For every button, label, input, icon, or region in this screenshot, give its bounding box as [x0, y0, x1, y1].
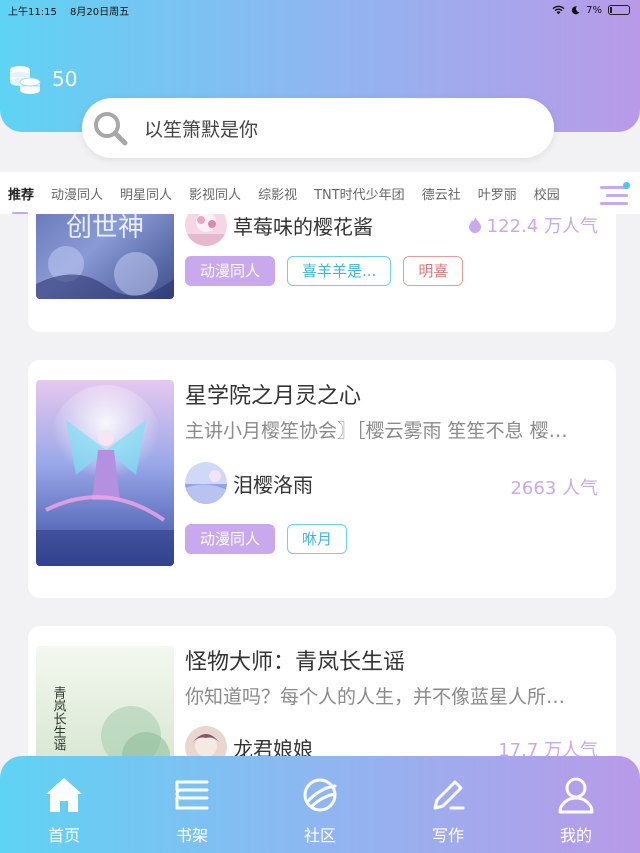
nav-community[interactable]: 社区 — [256, 756, 384, 853]
nav-profile-label: 我的 — [559, 826, 592, 845]
tag[interactable]: 动漫同人 — [185, 256, 276, 286]
book-card[interactable]: 创世神 草莓味的樱花酱 122.4 万人气 动漫同人 喜羊羊是... 明喜 — [28, 214, 616, 332]
avatar — [185, 462, 227, 504]
book-cover — [36, 380, 174, 566]
battery-percent: 7% — [586, 4, 602, 16]
tag[interactable]: 明喜 — [403, 256, 464, 286]
status-date: 8月20日周五 — [70, 6, 130, 18]
nav-community-label: 社区 — [303, 826, 336, 845]
popularity-count: 2663 人气 — [510, 478, 598, 499]
book-description: 你知道吗？每个人的人生，并不像蓝星人所… — [185, 686, 566, 708]
book-cover: 创世神 — [36, 214, 174, 299]
nav-write-label: 写作 — [431, 826, 464, 845]
pen-icon — [433, 780, 465, 810]
coins-icon — [10, 66, 41, 94]
cover-title: 创世神 — [66, 214, 144, 243]
book-cover: 青岚长生谣 — [36, 646, 174, 756]
notification-dot — [623, 182, 630, 189]
tab-tnt[interactable]: TNT时代少年团 — [314, 184, 405, 203]
avatar — [185, 726, 227, 756]
wifi-icon — [552, 5, 565, 15]
nav-bookshelf[interactable]: 书架 — [128, 756, 256, 853]
category-tabs: 推荐 动漫同人 明星同人 影视同人 综影视 TNT时代少年团 德云社 叶罗丽 校… — [0, 172, 640, 214]
book-title: 星学院之月灵之心 — [185, 384, 362, 409]
tab-celebrity-fanfic[interactable]: 明星同人 — [120, 184, 172, 203]
author-name: 龙君娘娘 — [233, 736, 313, 757]
book-description: 主讲小月樱笙协会〗［樱云雾雨 笙笙不息 樱… — [185, 420, 568, 442]
nav-profile[interactable]: 我的 — [512, 756, 640, 853]
tab-yeluoli[interactable]: 叶罗丽 — [478, 184, 517, 203]
author-name: 泪樱洛雨 — [233, 472, 313, 497]
book-title: 怪物大师：青岚长生谣 — [185, 650, 406, 675]
tab-deyunshe[interactable]: 德云社 — [422, 184, 461, 203]
home-icon — [46, 778, 82, 812]
search-placeholder: 以笙箫默是你 — [144, 118, 259, 141]
battery-icon — [608, 5, 630, 15]
tag-row: 动漫同人 咻月 — [185, 524, 348, 554]
popularity: 2663 人气 — [510, 474, 598, 500]
tab-multi-film[interactable]: 综影视 — [258, 184, 297, 203]
search-icon — [94, 112, 128, 146]
author-row[interactable]: 泪樱洛雨 — [185, 462, 313, 504]
book-card[interactable]: 星学院之月灵之心 主讲小月樱笙协会〗［樱云雾雨 笙笙不息 樱… 泪樱洛雨 266… — [28, 360, 616, 598]
tab-anime-fanfic[interactable]: 动漫同人 — [51, 184, 103, 203]
user-icon — [558, 777, 594, 814]
tag[interactable]: 咻月 — [287, 524, 348, 554]
tab-film-fanfic[interactable]: 影视同人 — [189, 184, 241, 203]
popularity: 17.7 万人气 — [498, 736, 598, 756]
tag[interactable]: 喜羊羊是... — [287, 256, 392, 286]
search-bar[interactable]: 以笙箫默是你 — [82, 98, 554, 158]
author-row[interactable]: 草莓味的樱花酱 — [185, 214, 373, 246]
bookshelf-icon — [175, 780, 209, 810]
coin-balance[interactable]: 50 — [8, 62, 77, 96]
book-card[interactable]: 青岚长生谣 怪物大师：青岚长生谣 你知道吗？每个人的人生，并不像蓝星人所… 龙君… — [28, 626, 616, 756]
status-bar: 上午11:15 8月20日周五 7% — [8, 2, 630, 18]
nav-home[interactable]: 首页 — [0, 756, 128, 853]
tag[interactable]: 动漫同人 — [185, 524, 276, 554]
author-name: 草莓味的樱花酱 — [233, 214, 373, 239]
nav-write[interactable]: 写作 — [384, 756, 512, 853]
bottom-nav: 首页 书架 社区 写作 我的 — [0, 756, 640, 853]
popularity: 122.4 万人气 — [467, 214, 598, 238]
tag-row: 动漫同人 喜羊羊是... 明喜 — [185, 256, 464, 286]
book-feed: 创世神 草莓味的樱花酱 122.4 万人气 动漫同人 喜羊羊是... 明喜 星学… — [0, 214, 640, 756]
popularity-count: 122.4 万人气 — [486, 216, 598, 237]
tab-recommend[interactable]: 推荐 — [8, 184, 34, 214]
avatar — [185, 214, 227, 246]
coin-count: 50 — [52, 67, 78, 91]
status-time: 上午11:15 — [8, 6, 57, 18]
author-row[interactable]: 龙君娘娘 — [185, 726, 313, 756]
cover-title: 青岚长生谣 — [51, 686, 67, 751]
nav-bookshelf-label: 书架 — [175, 826, 208, 845]
flame-icon — [468, 217, 481, 233]
planet-icon — [303, 778, 337, 812]
nav-home-label: 首页 — [47, 826, 80, 845]
popularity-count: 17.7 万人气 — [498, 740, 598, 756]
tab-campus[interactable]: 校园 — [534, 184, 560, 203]
moon-icon — [571, 5, 580, 14]
